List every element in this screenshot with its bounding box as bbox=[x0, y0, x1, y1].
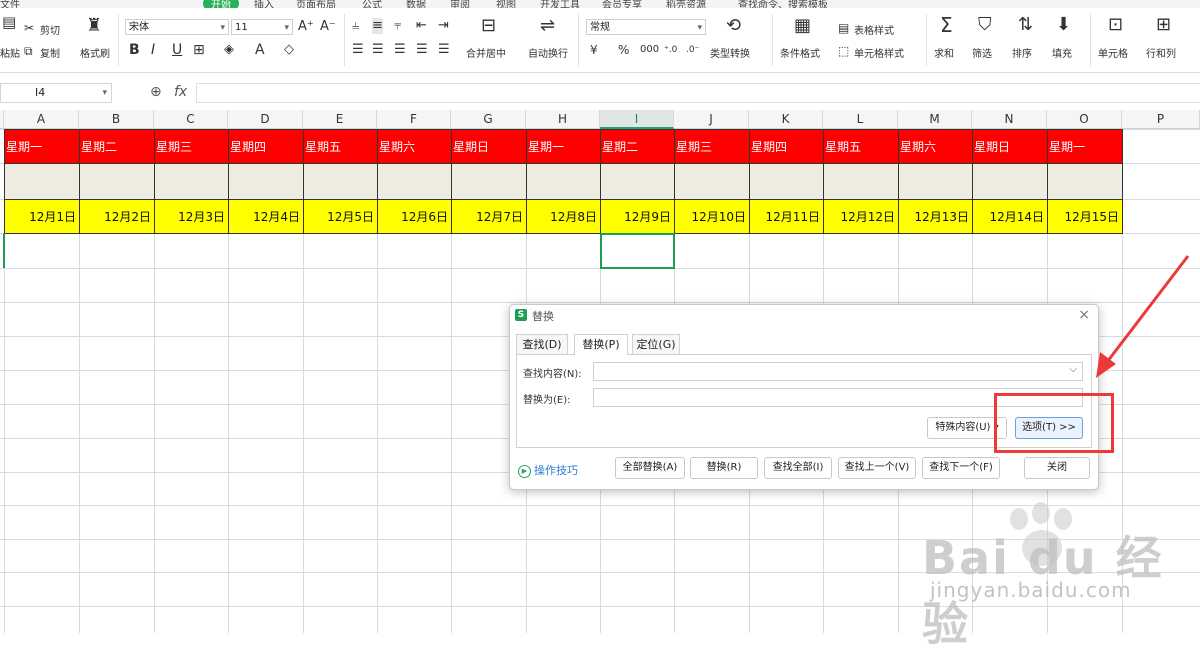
baidu-watermark: Bai du 经验 jingyan.baidu.com bbox=[922, 500, 1192, 651]
tab-replace[interactable]: 替换(P) bbox=[574, 334, 628, 355]
watermark-url: jingyan.baidu.com bbox=[930, 578, 1132, 602]
